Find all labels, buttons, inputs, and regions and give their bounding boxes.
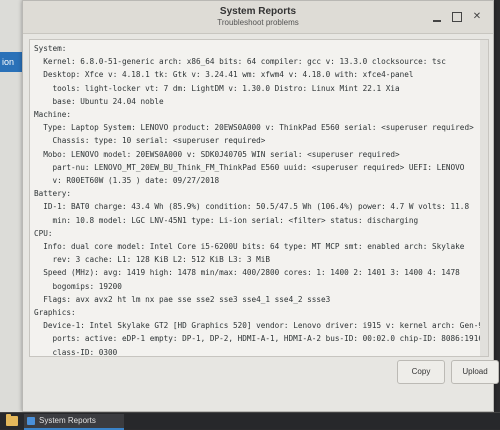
minimize-icon[interactable] (429, 9, 445, 25)
report-line: Machine: (34, 110, 72, 120)
window-subtitle: Troubleshoot problems (217, 18, 299, 27)
report-line: bogomips: 19200 (34, 281, 122, 291)
report-line: Chassis: type: 10 serial: <superuser req… (34, 136, 266, 146)
system-reports-dialog: System Reports Troubleshoot problems ✕ S… (22, 0, 499, 412)
report-line: Device-1: Intel Skylake GT2 [HD Graphics… (34, 321, 483, 331)
report-line: tools: light-locker vt: 7 dm: LightDM v:… (34, 83, 400, 93)
report-line: Battery: (34, 189, 72, 199)
report-line: Flags: avx avx2 ht lm nx pae sse sse2 ss… (34, 294, 331, 304)
report-line: Desktop: Xfce v: 4.18.1 tk: Gtk v: 3.24.… (34, 70, 414, 80)
report-text[interactable]: System: Kernel: 6.8.0-51-generic arch: x… (30, 40, 488, 357)
folder-icon[interactable] (6, 414, 18, 426)
maximize-icon[interactable] (449, 9, 465, 25)
taskbar-task-label: System Reports (39, 416, 96, 425)
titlebar[interactable]: System Reports Troubleshoot problems ✕ (23, 1, 493, 34)
report-line: Kernel: 6.8.0-51-generic arch: x86_64 bi… (34, 57, 446, 67)
report-line: class-ID: 0300 (34, 347, 118, 357)
report-line: CPU: (34, 228, 53, 238)
background-sidebar-item[interactable]: ion (0, 52, 24, 72)
report-line: Mobo: LENOVO model: 20EWS0A000 v: SDK0J4… (34, 149, 400, 159)
report-line: part-nu: LENOVO_MT_20EW_BU_Think_FM_Thin… (34, 162, 465, 172)
report-line: v: R00ET60W (1.35 ) date: 09/27/2018 (34, 176, 220, 186)
report-line: Graphics: (34, 308, 76, 318)
report-line: Type: Laptop System: LENOVO product: 20E… (34, 123, 474, 133)
report-line: min: 10.8 model: LGC LNV-45N1 type: Li-i… (34, 215, 419, 225)
report-line: rev: 3 cache: L1: 128 KiB L2: 512 KiB L3… (34, 255, 271, 265)
report-line: base: Ubuntu 24.04 noble (34, 96, 164, 106)
report-line: ID-1: BAT0 charge: 43.4 Wh (85.9%) condi… (34, 202, 470, 212)
taskbar: System Reports (0, 412, 500, 430)
close-icon[interactable]: ✕ (469, 9, 485, 25)
report-line: Speed (MHz): avg: 1419 high: 1478 min/ma… (34, 268, 460, 278)
report-output[interactable]: System: Kernel: 6.8.0-51-generic arch: x… (29, 39, 489, 357)
report-line: ports: active: eDP-1 empty: DP-1, DP-2, … (34, 334, 483, 344)
app-icon (27, 417, 35, 425)
window-title: System Reports (219, 6, 297, 17)
report-line: Info: dual core model: Intel Core i5-620… (34, 242, 465, 252)
copy-button[interactable]: Copy (397, 360, 445, 384)
upload-button[interactable]: Upload (451, 360, 499, 384)
report-line: System: (34, 44, 67, 53)
scrollbar[interactable] (480, 40, 488, 356)
